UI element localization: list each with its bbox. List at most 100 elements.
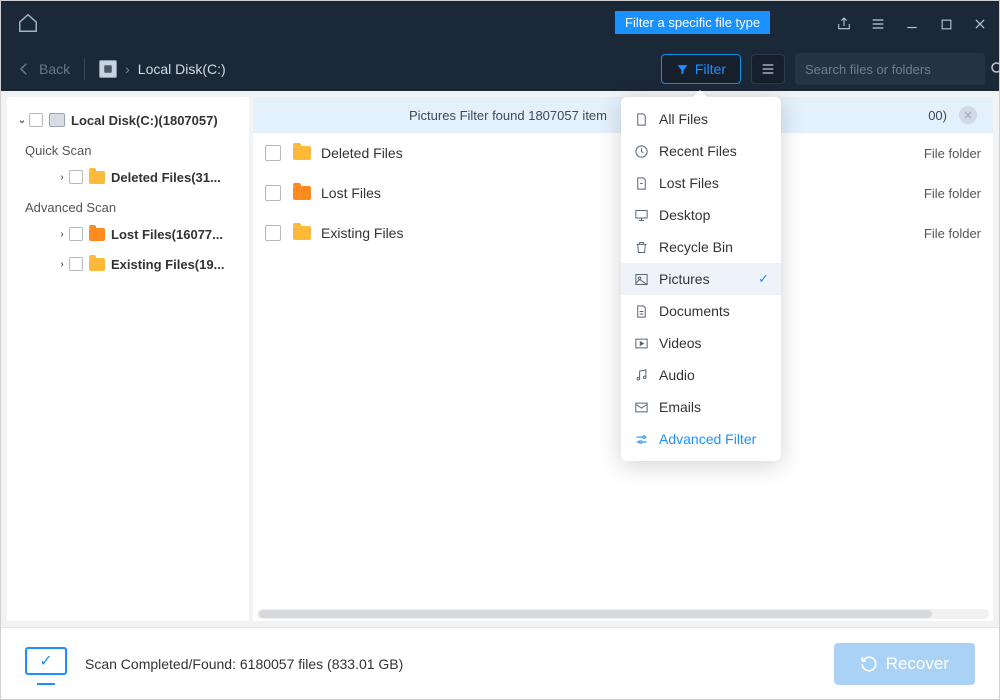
filter-option-recycle-bin[interactable]: Recycle Bin	[621, 231, 781, 263]
share-icon[interactable]	[835, 15, 853, 33]
checkbox[interactable]	[265, 145, 281, 161]
folder-icon	[89, 228, 105, 241]
checkbox[interactable]	[69, 227, 83, 241]
file-name: Existing Files	[321, 225, 881, 241]
expand-icon[interactable]: ›	[55, 229, 69, 240]
drive-icon	[99, 60, 117, 78]
main-area: ⌄ Local Disk(C:)(1807057) Quick Scan › D…	[1, 91, 999, 627]
clock-icon	[633, 143, 649, 159]
filter-option-label: Audio	[659, 367, 695, 383]
filter-option-label: Recent Files	[659, 143, 737, 159]
folder-icon	[89, 258, 105, 271]
breadcrumb[interactable]: › Local Disk(C:)	[99, 60, 226, 78]
checkbox[interactable]	[265, 185, 281, 201]
expand-icon[interactable]: ›	[55, 172, 69, 183]
filter-option-desktop[interactable]: Desktop	[621, 199, 781, 231]
collapse-icon[interactable]: ⌄	[15, 115, 29, 126]
tree-root[interactable]: ⌄ Local Disk(C:)(1807057)	[7, 105, 249, 135]
filter-option-label: Emails	[659, 399, 701, 415]
filter-tooltip: Filter a specific file type	[615, 11, 770, 34]
maximize-button[interactable]	[937, 15, 955, 33]
checkbox[interactable]	[29, 113, 43, 127]
chevron-right-icon: ›	[125, 61, 130, 77]
tree-item-deleted[interactable]: › Deleted Files(31...	[7, 162, 249, 192]
filter-option-label: Videos	[659, 335, 702, 351]
recover-button[interactable]: Recover	[834, 643, 975, 685]
banner-close-icon[interactable]: ✕	[959, 106, 977, 124]
advanced-filter-label: Advanced Filter	[659, 431, 756, 447]
filter-option-label: All Files	[659, 111, 708, 127]
drive-icon	[49, 113, 65, 127]
menu-icon[interactable]	[869, 15, 887, 33]
filter-option-lost-files[interactable]: Lost Files	[621, 167, 781, 199]
filter-option-pictures[interactable]: Pictures	[621, 263, 781, 295]
breadcrumb-label: Local Disk(C:)	[138, 61, 226, 77]
close-button[interactable]	[971, 15, 989, 33]
mail-icon	[633, 399, 649, 415]
filter-dropdown: All Files Recent Files Lost Files Desktop Re…	[621, 97, 781, 461]
search-input[interactable]	[805, 62, 981, 77]
file-icon	[633, 111, 649, 127]
tree-item-lost[interactable]: › Lost Files(16077...	[7, 219, 249, 249]
checkbox[interactable]	[265, 225, 281, 241]
checkbox[interactable]	[69, 257, 83, 271]
sidebar: ⌄ Local Disk(C:)(1807057) Quick Scan › D…	[7, 97, 249, 621]
advanced-scan-label: Advanced Scan	[7, 192, 249, 219]
titlebar: Filter a specific file type	[1, 1, 999, 47]
filter-option-label: Pictures	[659, 271, 710, 287]
separator	[84, 58, 85, 80]
home-icon[interactable]	[17, 12, 41, 36]
banner-text-right: 00)	[928, 108, 947, 123]
quick-scan-label: Quick Scan	[7, 135, 249, 162]
trash-icon	[633, 239, 649, 255]
filter-label: Filter	[695, 61, 726, 77]
back-label: Back	[39, 61, 70, 77]
funnel-icon	[676, 63, 689, 76]
filter-option-videos[interactable]: Videos	[621, 327, 781, 359]
lost-icon	[633, 175, 649, 191]
filter-option-label: Lost Files	[659, 175, 719, 191]
search-icon[interactable]	[989, 60, 1000, 78]
recover-label: Recover	[886, 654, 949, 674]
horizontal-scrollbar[interactable]	[257, 609, 989, 619]
restore-icon	[860, 655, 878, 673]
file-type: File folder	[881, 186, 981, 201]
banner-text-left: Pictures Filter found 1807057 item	[269, 108, 607, 123]
filter-option-label: Documents	[659, 303, 730, 319]
scan-status-text: Scan Completed/Found: 6180057 files (833…	[85, 656, 403, 672]
list-icon	[760, 61, 776, 77]
monitor-icon: ✓	[25, 647, 67, 681]
expand-icon[interactable]: ›	[55, 259, 69, 270]
file-type: File folder	[881, 226, 981, 241]
file-type: File folder	[881, 146, 981, 161]
file-name: Deleted Files	[321, 145, 881, 161]
folder-icon	[293, 226, 311, 240]
sliders-icon	[633, 431, 649, 447]
filter-option-audio[interactable]: Audio	[621, 359, 781, 391]
checkbox[interactable]	[69, 170, 83, 184]
app-window: Filter a specific file type Back	[0, 0, 1000, 700]
tree-item-label: Existing Files(19...	[111, 257, 249, 272]
toolbar: Back › Local Disk(C:) Filter	[1, 47, 999, 91]
search-box[interactable]	[795, 53, 985, 85]
filter-option-emails[interactable]: Emails	[621, 391, 781, 423]
filter-option-documents[interactable]: Documents	[621, 295, 781, 327]
filter-button[interactable]: Filter	[661, 54, 741, 84]
minimize-button[interactable]	[903, 15, 921, 33]
video-icon	[633, 335, 649, 351]
status-bar: ✓ Scan Completed/Found: 6180057 files (8…	[1, 627, 999, 699]
advanced-filter-option[interactable]: Advanced Filter	[621, 423, 781, 455]
tree-root-label: Local Disk(C:)(1807057)	[71, 113, 249, 128]
desktop-icon	[633, 207, 649, 223]
audio-icon	[633, 367, 649, 383]
filter-option-all-files[interactable]: All Files	[621, 103, 781, 135]
folder-icon	[293, 186, 311, 200]
tree-item-existing[interactable]: › Existing Files(19...	[7, 249, 249, 279]
filter-option-recent-files[interactable]: Recent Files	[621, 135, 781, 167]
back-button[interactable]: Back	[15, 60, 70, 78]
view-mode-button[interactable]	[751, 54, 785, 84]
folder-icon	[89, 171, 105, 184]
filter-option-label: Recycle Bin	[659, 239, 733, 255]
file-name: Lost Files	[321, 185, 881, 201]
doc-icon	[633, 303, 649, 319]
